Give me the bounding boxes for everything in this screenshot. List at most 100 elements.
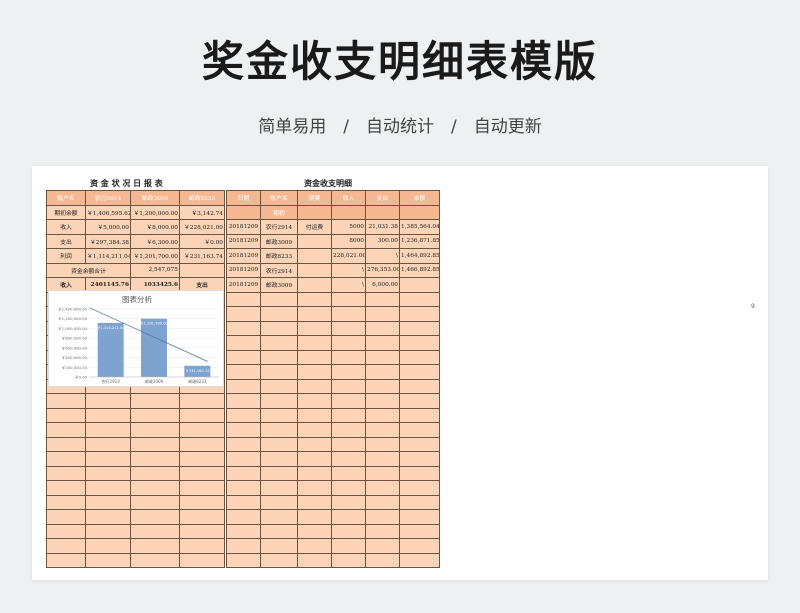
table-cell[interactable] [226, 349, 261, 365]
table-cell[interactable] [260, 436, 298, 452]
table-cell[interactable] [85, 523, 131, 539]
table-cell[interactable] [297, 407, 332, 423]
table-cell[interactable] [365, 349, 400, 365]
table-cell[interactable] [260, 320, 298, 336]
table-cell[interactable] [365, 204, 400, 220]
table-cell[interactable]: 20181209 [226, 219, 261, 235]
table-cell[interactable] [297, 480, 332, 496]
table-cell[interactable] [297, 335, 332, 351]
header-cell[interactable]: 收入 [331, 190, 366, 206]
table-cell[interactable] [399, 349, 440, 365]
table-cell[interactable] [297, 393, 332, 409]
table-cell[interactable] [365, 451, 400, 467]
table-cell[interactable] [260, 378, 298, 394]
table-cell[interactable] [331, 378, 366, 394]
table-cell[interactable] [331, 364, 366, 380]
table-cell[interactable] [260, 422, 298, 438]
table-cell[interactable] [226, 320, 261, 336]
table-cell[interactable] [226, 523, 261, 539]
table-cell[interactable] [399, 480, 440, 496]
table-cell[interactable] [399, 204, 440, 220]
table-cell[interactable] [365, 436, 400, 452]
table-cell[interactable] [365, 422, 400, 438]
table-cell[interactable]: ￥1,201,700.00 [130, 248, 180, 264]
table-cell[interactable] [365, 364, 400, 380]
table-cell[interactable]: ￥6,300.00 [130, 233, 180, 249]
table-cell[interactable] [226, 407, 261, 423]
table-cell[interactable] [365, 552, 400, 568]
table-cell[interactable] [260, 523, 298, 539]
table-cell[interactable] [179, 422, 225, 438]
table-cell[interactable] [130, 422, 180, 438]
table-cell[interactable] [260, 552, 298, 568]
table-cell[interactable] [179, 407, 225, 423]
table-cell[interactable] [46, 393, 86, 409]
table-cell[interactable] [130, 509, 180, 525]
table-cell[interactable]: 收入 [46, 219, 86, 235]
table-cell[interactable] [331, 393, 366, 409]
table-cell[interactable] [399, 465, 440, 481]
table-cell[interactable] [331, 422, 366, 438]
table-cell[interactable] [179, 436, 225, 452]
table-cell[interactable] [331, 494, 366, 510]
table-cell[interactable] [85, 465, 131, 481]
table-cell[interactable] [179, 509, 225, 525]
table-cell[interactable] [297, 509, 332, 525]
table-cell[interactable] [226, 291, 261, 307]
table-cell[interactable] [260, 494, 298, 510]
table-cell[interactable]: 1,464,892.85 [399, 248, 440, 264]
table-cell[interactable] [399, 523, 440, 539]
table-cell[interactable] [399, 335, 440, 351]
table-cell[interactable] [130, 451, 180, 467]
table-cell[interactable] [297, 277, 332, 293]
table-cell[interactable] [46, 465, 86, 481]
table-cell[interactable] [46, 509, 86, 525]
table-cell[interactable] [46, 480, 86, 496]
table-cell[interactable] [331, 538, 366, 554]
table-cell[interactable] [130, 552, 180, 568]
table-cell[interactable] [179, 523, 225, 539]
table-cell[interactable] [85, 393, 131, 409]
table-cell[interactable]: 228,021.00 [331, 248, 366, 264]
table-cell[interactable] [399, 393, 440, 409]
table-cell[interactable]: 邮政3009 [260, 277, 298, 293]
table-cell[interactable] [297, 233, 332, 249]
table-cell[interactable] [297, 422, 332, 438]
table-cell[interactable] [365, 306, 400, 322]
table-cell[interactable] [260, 407, 298, 423]
table-cell[interactable] [365, 494, 400, 510]
table-cell[interactable]: 20181209 [226, 248, 261, 264]
table-cell[interactable] [365, 465, 400, 481]
table-cell[interactable]: 农行2914 [260, 219, 298, 235]
table-cell[interactable] [85, 480, 131, 496]
table-cell[interactable]: 邮政3009 [260, 233, 298, 249]
table-cell[interactable]: ￥1,114,211.04 [85, 248, 131, 264]
table-cell[interactable] [179, 262, 225, 278]
table-cell[interactable] [46, 523, 86, 539]
table-cell[interactable] [85, 494, 131, 510]
table-cell[interactable] [365, 320, 400, 336]
table-cell[interactable]: 300.00 [365, 233, 400, 249]
table-cell[interactable]: 支出 [46, 233, 86, 249]
table-cell[interactable] [297, 349, 332, 365]
table-cell[interactable] [331, 451, 366, 467]
table-cell[interactable] [331, 204, 366, 220]
table-cell[interactable] [260, 291, 298, 307]
table-cell[interactable] [399, 320, 440, 336]
table-cell[interactable] [226, 306, 261, 322]
table-cell[interactable] [297, 262, 332, 278]
table-cell[interactable] [297, 364, 332, 380]
table-cell[interactable] [331, 523, 366, 539]
table-cell[interactable] [85, 451, 131, 467]
table-cell[interactable] [399, 509, 440, 525]
header-cell[interactable]: 期初 [260, 204, 298, 220]
table-cell[interactable] [179, 538, 225, 554]
table-cell[interactable]: ￥1,406,595.62 [85, 204, 131, 220]
table-cell[interactable] [179, 494, 225, 510]
table-cell[interactable] [130, 538, 180, 554]
table-cell[interactable]: ￥3,142.74 [179, 204, 225, 220]
table-cell[interactable] [46, 538, 86, 554]
table-cell[interactable] [260, 349, 298, 365]
table-cell[interactable] [297, 378, 332, 394]
table-cell[interactable]: 6,000.00 [365, 277, 400, 293]
